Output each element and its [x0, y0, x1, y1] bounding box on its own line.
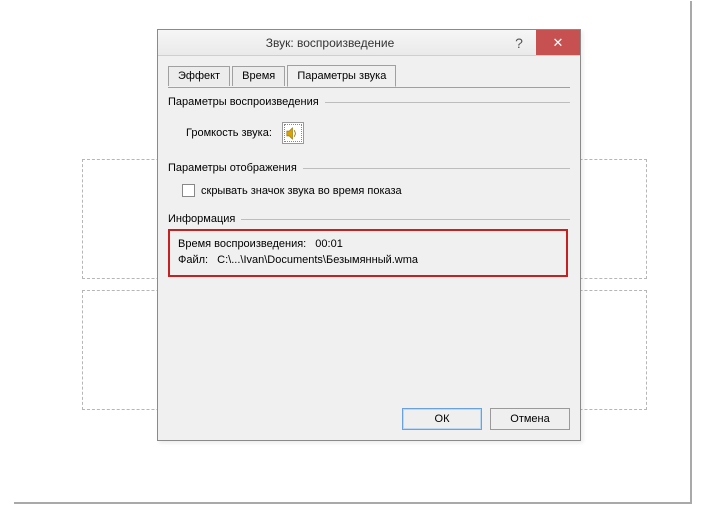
- volume-label: Громкость звука:: [186, 127, 272, 139]
- tab-sound-params[interactable]: Параметры звука: [287, 65, 396, 87]
- sound-playback-dialog: Звук: воспроизведение ? ✕ Эффект Время П…: [157, 29, 581, 441]
- ok-button[interactable]: ОК: [402, 408, 482, 430]
- tab-timing[interactable]: Время: [232, 66, 285, 86]
- tab-effect[interactable]: Эффект: [168, 66, 230, 86]
- close-button[interactable]: ✕: [536, 30, 580, 55]
- page-frame: Звук: воспроизведение ? ✕ Эффект Время П…: [14, 1, 692, 504]
- info-file-label: Файл:: [178, 253, 208, 269]
- group-playback-label: Параметры воспроизведения: [168, 96, 319, 108]
- info-file-value: C:\...\Ivan\Documents\Безымянный.wma: [217, 253, 418, 269]
- tab-body: Параметры воспроизведения Громкость звук…: [168, 88, 570, 390]
- titlebar: Звук: воспроизведение ? ✕: [158, 30, 580, 56]
- dialog-button-row: ОК Отмена: [158, 400, 580, 440]
- divider: [303, 168, 570, 169]
- group-display-label: Параметры отображения: [168, 162, 297, 174]
- cancel-button[interactable]: Отмена: [490, 408, 570, 430]
- close-icon: ✕: [553, 35, 564, 50]
- hide-icon-label: скрывать значок звука во время показа: [201, 185, 402, 197]
- info-time-value: 00:01: [315, 237, 343, 253]
- speaker-icon: [286, 127, 299, 140]
- hide-icon-checkbox[interactable]: [182, 184, 195, 197]
- help-button[interactable]: ?: [502, 30, 536, 55]
- group-info: Информация Время воспроизведения: 00:01 …: [168, 213, 570, 277]
- info-time-label: Время воспроизведения:: [178, 237, 306, 253]
- dialog-title: Звук: воспроизведение: [158, 30, 502, 55]
- info-highlight: Время воспроизведения: 00:01 Файл: C:\..…: [168, 229, 568, 277]
- volume-button[interactable]: [282, 122, 304, 144]
- divider: [325, 102, 570, 103]
- divider: [241, 219, 570, 220]
- group-info-label: Информация: [168, 213, 235, 225]
- group-display: Параметры отображения скрывать значок зв…: [168, 162, 570, 203]
- group-playback: Параметры воспроизведения Громкость звук…: [168, 96, 570, 152]
- tabstrip: Эффект Время Параметры звука: [168, 65, 570, 88]
